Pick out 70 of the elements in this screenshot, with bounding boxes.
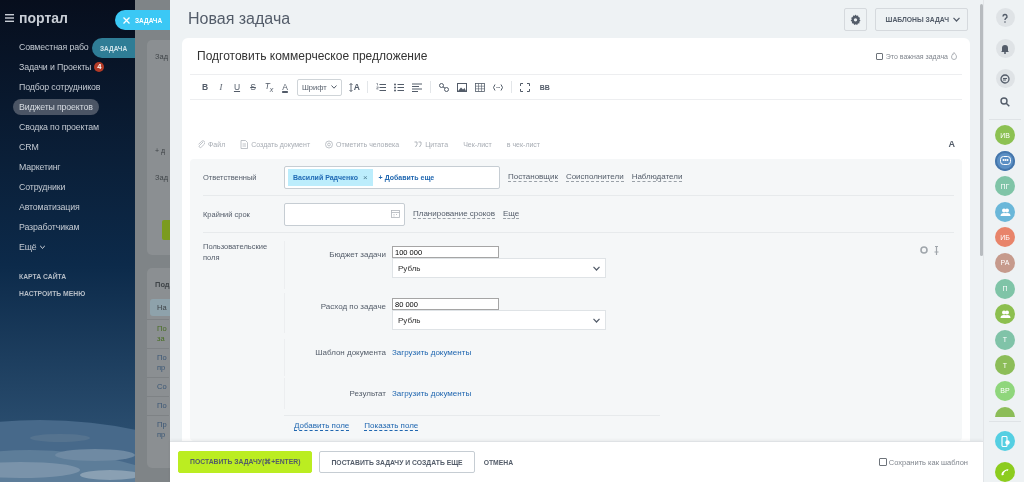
flame-icon (951, 52, 957, 60)
menu-item[interactable]: CRM (13, 139, 41, 155)
currency-select[interactable]: Рубль (392, 310, 606, 330)
calendar-icon (391, 210, 400, 218)
contact-avatar[interactable] (995, 150, 1015, 171)
code-icon[interactable] (492, 82, 503, 92)
font-size-button[interactable]: A (348, 82, 360, 92)
logo-text: портал (19, 10, 68, 26)
group-icon (999, 309, 1011, 320)
menu-item[interactable]: Виджеты проектов (13, 99, 99, 115)
caret-icon[interactable] (39, 245, 45, 249)
field-label: Результат (348, 389, 387, 398)
phone-icon (1000, 467, 1010, 477)
text-style-button[interactable]: A (948, 139, 955, 149)
chat-icon[interactable] (995, 69, 1015, 88)
format-button[interactable]: U (229, 82, 245, 92)
chevron-icon (593, 317, 600, 323)
field-label: Расход по задаче (319, 301, 387, 313)
field-link[interactable]: Добавить поле (294, 421, 350, 431)
quote-icon (414, 139, 423, 149)
checkbox[interactable] (878, 458, 887, 466)
date-field[interactable] (284, 202, 405, 226)
currency-select[interactable]: Рубль (392, 258, 606, 278)
chevron-icon (330, 85, 337, 89)
align-icon[interactable] (411, 82, 422, 92)
field-link[interactable]: Показать поле (364, 421, 419, 431)
format-button[interactable]: I (213, 82, 229, 92)
role-link[interactable]: Соисполнители (565, 172, 624, 182)
fullscreen-icon[interactable] (519, 82, 530, 92)
format-button[interactable]: T$_{x}$ (261, 80, 277, 94)
checkbox[interactable] (875, 52, 883, 60)
upload-link[interactable]: Загрузить документы (392, 339, 472, 357)
menu-item[interactable]: Разработчикам (13, 219, 82, 235)
menu-icon[interactable] (5, 14, 14, 22)
document-icon (240, 139, 249, 149)
role-link[interactable]: Постановщик (508, 172, 558, 182)
table-icon[interactable] (474, 82, 485, 92)
menu-item[interactable]: Сотрудники (13, 179, 68, 195)
panel-title: Новая задача (188, 10, 292, 28)
deadline-link[interactable]: Планирование сроков (413, 209, 495, 219)
format-button[interactable]: S (245, 82, 261, 92)
menu-item[interactable]: Маркетинг (13, 159, 63, 175)
format-button[interactable]: A (277, 82, 293, 92)
menu-item[interactable]: Автоматизация (13, 199, 82, 215)
bullet-list-icon[interactable] (393, 82, 404, 92)
menu-item[interactable]: Подбор сотрудников (13, 79, 103, 95)
chevron-icon (953, 16, 960, 22)
deadline-link[interactable]: Еще (503, 209, 520, 219)
role-link[interactable]: Наблюдатели (631, 172, 683, 182)
phone-device-icon (1000, 435, 1010, 447)
menu-item[interactable]: Ещё (13, 239, 47, 255)
menu-item[interactable]: Сводка по проектам (13, 119, 101, 135)
menu-item[interactable]: Совместная рабо (13, 39, 91, 55)
paperclip-icon (197, 139, 205, 149)
at-sign-icon (325, 139, 334, 149)
chevron-icon (593, 265, 600, 271)
help-icon[interactable] (995, 8, 1015, 27)
bell-icon[interactable] (995, 39, 1015, 58)
group-chat-icon (999, 155, 1011, 166)
image-icon[interactable] (456, 82, 467, 92)
settings-button[interactable] (843, 7, 867, 31)
format-button[interactable]: B (197, 82, 213, 92)
remove-icon[interactable]: × (362, 172, 368, 182)
numbered-list-icon[interactable] (375, 82, 386, 92)
link-icon[interactable] (438, 82, 449, 92)
field-label: Бюджет задачи (328, 249, 387, 261)
field-label: Шаблон документа (314, 347, 387, 357)
task-title-field[interactable]: Подготовить коммерческое предложение (197, 49, 876, 63)
upload-link[interactable]: Загрузить документы (392, 389, 472, 398)
group-icon (999, 206, 1011, 217)
